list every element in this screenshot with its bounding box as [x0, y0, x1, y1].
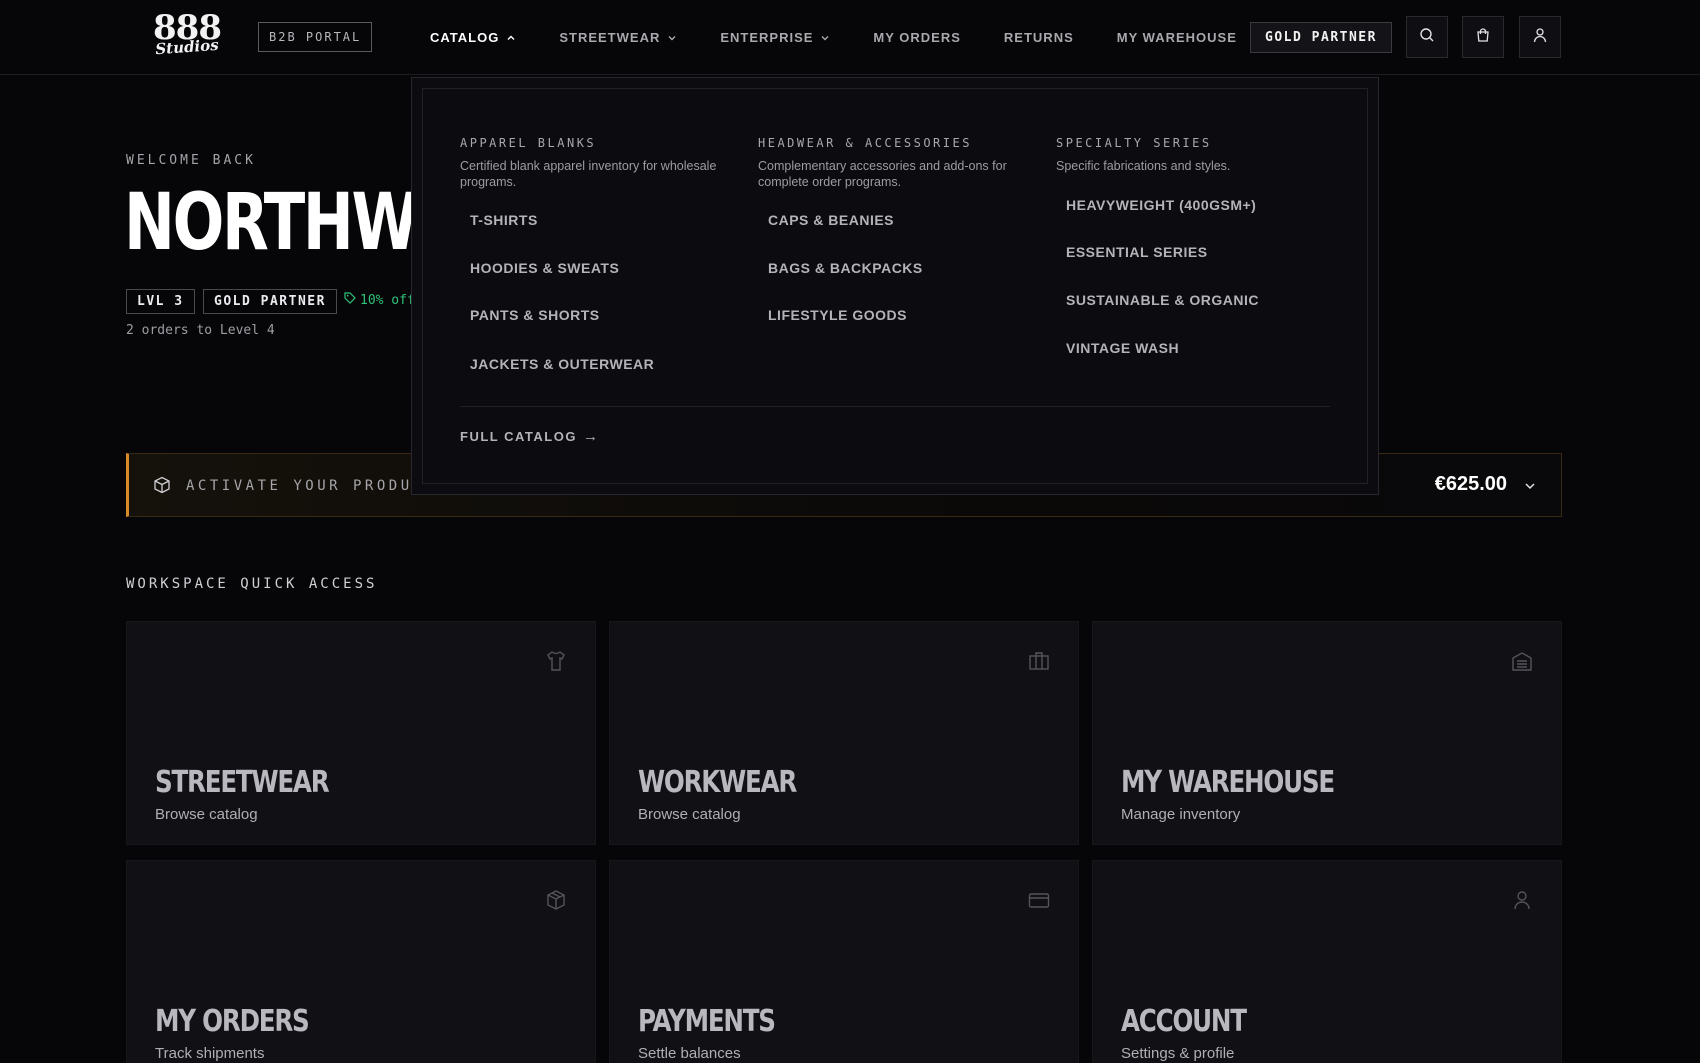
cube-icon: [153, 476, 171, 499]
menu-item-t-shirts[interactable]: T-SHIRTS: [470, 212, 538, 228]
credit-card-icon: [1028, 889, 1050, 916]
box-icon: [545, 889, 567, 916]
tile-subtitle: Browse catalog: [155, 806, 258, 823]
gold-partner-button[interactable]: GOLD PARTNER: [1250, 22, 1392, 53]
menu-item-bags-backpacks[interactable]: BAGS & BACKPACKS: [768, 260, 923, 276]
tile-subtitle: Manage inventory: [1121, 806, 1241, 823]
menu-item-essential-series[interactable]: ESSENTIAL SERIES: [1066, 244, 1208, 260]
menu-item-jackets-outerwear[interactable]: JACKETS & OUTERWEAR: [470, 356, 654, 372]
nav-my-orders[interactable]: MY ORDERS: [873, 30, 961, 45]
column-title: SPECIALTY SERIES: [1056, 136, 1212, 150]
column-description: Certified blank apparel inventory for wh…: [460, 159, 717, 189]
level-progress-text: 2 orders to Level 4: [126, 323, 275, 338]
tier-chip: GOLD PARTNER: [203, 289, 337, 314]
cart-icon: [1475, 27, 1491, 48]
activation-label: ACTIVATE YOUR PRODUCTI: [186, 478, 449, 494]
tshirt-icon: [545, 650, 567, 677]
logo-word: Studios: [154, 35, 220, 59]
tile-title: WORKWEAR: [638, 765, 797, 800]
chevron-down-icon[interactable]: [1523, 479, 1537, 498]
tile-subtitle: Settings & profile: [1121, 1045, 1235, 1062]
nav-enterprise-label: ENTERPRISE: [720, 30, 814, 45]
cart-button[interactable]: [1462, 16, 1504, 58]
menu-column-specialty-series: SPECIALTY SERIES Specific fabrications a…: [1056, 136, 1336, 174]
mega-menu-panel: APPAREL BLANKS Certified blank apparel i…: [422, 88, 1368, 484]
menu-item-pants-shorts[interactable]: PANTS & SHORTS: [470, 307, 600, 323]
tile-streetwear[interactable]: STREETWEAR Browse catalog: [126, 621, 596, 845]
tile-title: ACCOUNT: [1121, 1004, 1247, 1039]
menu-item-vintage-wash[interactable]: VINTAGE WASH: [1066, 340, 1179, 356]
tile-title: STREETWEAR: [155, 765, 330, 800]
tile-subtitle: Browse catalog: [638, 806, 741, 823]
tile-title: MY ORDERS: [155, 1004, 310, 1039]
menu-item-caps-beanies[interactable]: CAPS & BEANIES: [768, 212, 894, 228]
tile-payments[interactable]: PAYMENTS Settle balances: [609, 860, 1079, 1063]
tile-my-orders[interactable]: MY ORDERS Track shipments: [126, 860, 596, 1063]
search-button[interactable]: [1406, 16, 1448, 58]
tile-subtitle: Track shipments: [155, 1045, 265, 1062]
chevron-up-icon: [506, 33, 516, 43]
level-chip: LVL 3: [126, 289, 195, 314]
menu-column-headwear-accessories: HEADWEAR & ACCESSORIES Complementary acc…: [758, 136, 1038, 190]
portal-badge: B2B PORTAL: [258, 22, 373, 52]
search-icon: [1419, 27, 1435, 48]
menu-item-heavyweight[interactable]: HEAVYWEIGHT (400GSM+): [1066, 197, 1256, 213]
user-icon: [1511, 889, 1533, 916]
top-header: 888 Studios B2B PORTAL CATALOG STREETWEA…: [0, 0, 1700, 75]
tile-workwear[interactable]: WORKWEAR Browse catalog: [609, 621, 1079, 845]
main-nav: CATALOG STREETWEAR ENTERPRISE MY ORDERS …: [430, 0, 1280, 75]
arrow-right-icon: →: [582, 428, 600, 445]
tile-my-warehouse[interactable]: MY WAREHOUSE Manage inventory: [1092, 621, 1562, 845]
discount-badge: 10% off: [344, 292, 415, 308]
nav-returns[interactable]: RETURNS: [1004, 30, 1074, 45]
tag-icon: [344, 292, 360, 308]
tile-account[interactable]: ACCOUNT Settings & profile: [1092, 860, 1562, 1063]
warehouse-icon: [1511, 650, 1533, 677]
user-icon: [1532, 27, 1548, 48]
menu-item-sustainable-organic[interactable]: SUSTAINABLE & ORGANIC: [1066, 292, 1259, 308]
nav-catalog[interactable]: CATALOG: [430, 30, 516, 45]
account-button[interactable]: [1519, 16, 1561, 58]
column-title: HEADWEAR & ACCESSORIES: [758, 136, 972, 150]
column-description: Complementary accessories and add-ons fo…: [758, 159, 1007, 189]
chevron-down-icon: [667, 33, 677, 43]
catalog-mega-menu: APPAREL BLANKS Certified blank apparel i…: [411, 77, 1379, 495]
nav-catalog-label: CATALOG: [430, 30, 500, 45]
nav-streetwear-label: STREETWEAR: [559, 30, 661, 45]
full-catalog-label: FULL CATALOG: [460, 429, 577, 444]
menu-item-lifestyle-goods[interactable]: LIFESTYLE GOODS: [768, 307, 907, 323]
full-catalog-link[interactable]: FULL CATALOG →: [460, 428, 599, 445]
nav-enterprise[interactable]: ENTERPRISE: [720, 30, 830, 45]
menu-divider: [460, 406, 1330, 407]
column-description: Specific fabrications and styles.: [1056, 159, 1231, 173]
tile-title: PAYMENTS: [638, 1004, 776, 1039]
activation-amount: €625.00: [1434, 473, 1507, 495]
briefcase-icon: [1028, 650, 1050, 677]
tile-title: MY WAREHOUSE: [1121, 765, 1335, 800]
brand-logo[interactable]: 888 Studios: [150, 11, 224, 62]
menu-column-apparel-blanks: APPAREL BLANKS Certified blank apparel i…: [460, 136, 740, 190]
nav-streetwear[interactable]: STREETWEAR: [559, 30, 677, 45]
discount-text: 10% off: [360, 292, 415, 308]
tile-subtitle: Settle balances: [638, 1045, 741, 1062]
column-title: APPAREL BLANKS: [460, 136, 597, 150]
nav-my-warehouse[interactable]: MY WAREHOUSE: [1117, 30, 1237, 45]
chevron-down-icon: [820, 33, 830, 43]
quick-access-title: WORKSPACE QUICK ACCESS: [126, 576, 378, 592]
welcome-label: WELCOME BACK: [126, 153, 256, 168]
menu-item-hoodies-sweats[interactable]: HOODIES & SWEATS: [470, 260, 619, 276]
